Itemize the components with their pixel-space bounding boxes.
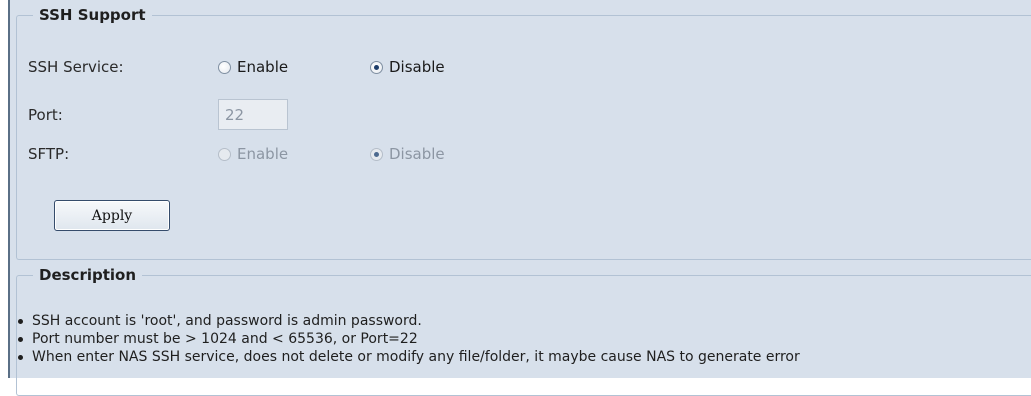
description-list: SSH account is 'root', and password is a… bbox=[14, 312, 800, 366]
ssh-service-label: SSH Service: bbox=[28, 58, 124, 76]
ssh-service-disable-label: Disable bbox=[389, 58, 445, 76]
radio-checked-icon bbox=[370, 147, 383, 161]
description-item: When enter NAS SSH service, does not del… bbox=[14, 348, 800, 366]
ssh-service-disable-radio[interactable]: Disable bbox=[370, 58, 445, 76]
sftp-enable-radio[interactable]: Enable bbox=[218, 145, 288, 163]
radio-unchecked-icon bbox=[218, 60, 231, 74]
sftp-disable-label: Disable bbox=[389, 145, 445, 163]
radio-checked-icon bbox=[370, 60, 383, 74]
ssh-service-enable-radio[interactable]: Enable bbox=[218, 58, 288, 76]
port-input[interactable] bbox=[218, 99, 288, 130]
ssh-support-legend: SSH Support bbox=[39, 6, 146, 24]
sftp-enable-label: Enable bbox=[237, 145, 289, 163]
ssh-service-enable-label: Enable bbox=[237, 58, 289, 76]
port-label: Port: bbox=[28, 106, 63, 124]
apply-button[interactable]: Apply bbox=[54, 200, 170, 231]
description-item: SSH account is 'root', and password is a… bbox=[14, 312, 800, 330]
sftp-label: SFTP: bbox=[28, 145, 70, 163]
description-item: Port number must be > 1024 and < 65536, … bbox=[14, 330, 800, 348]
sftp-disable-radio[interactable]: Disable bbox=[370, 145, 445, 163]
radio-unchecked-icon bbox=[218, 147, 231, 161]
description-legend: Description bbox=[39, 266, 137, 284]
